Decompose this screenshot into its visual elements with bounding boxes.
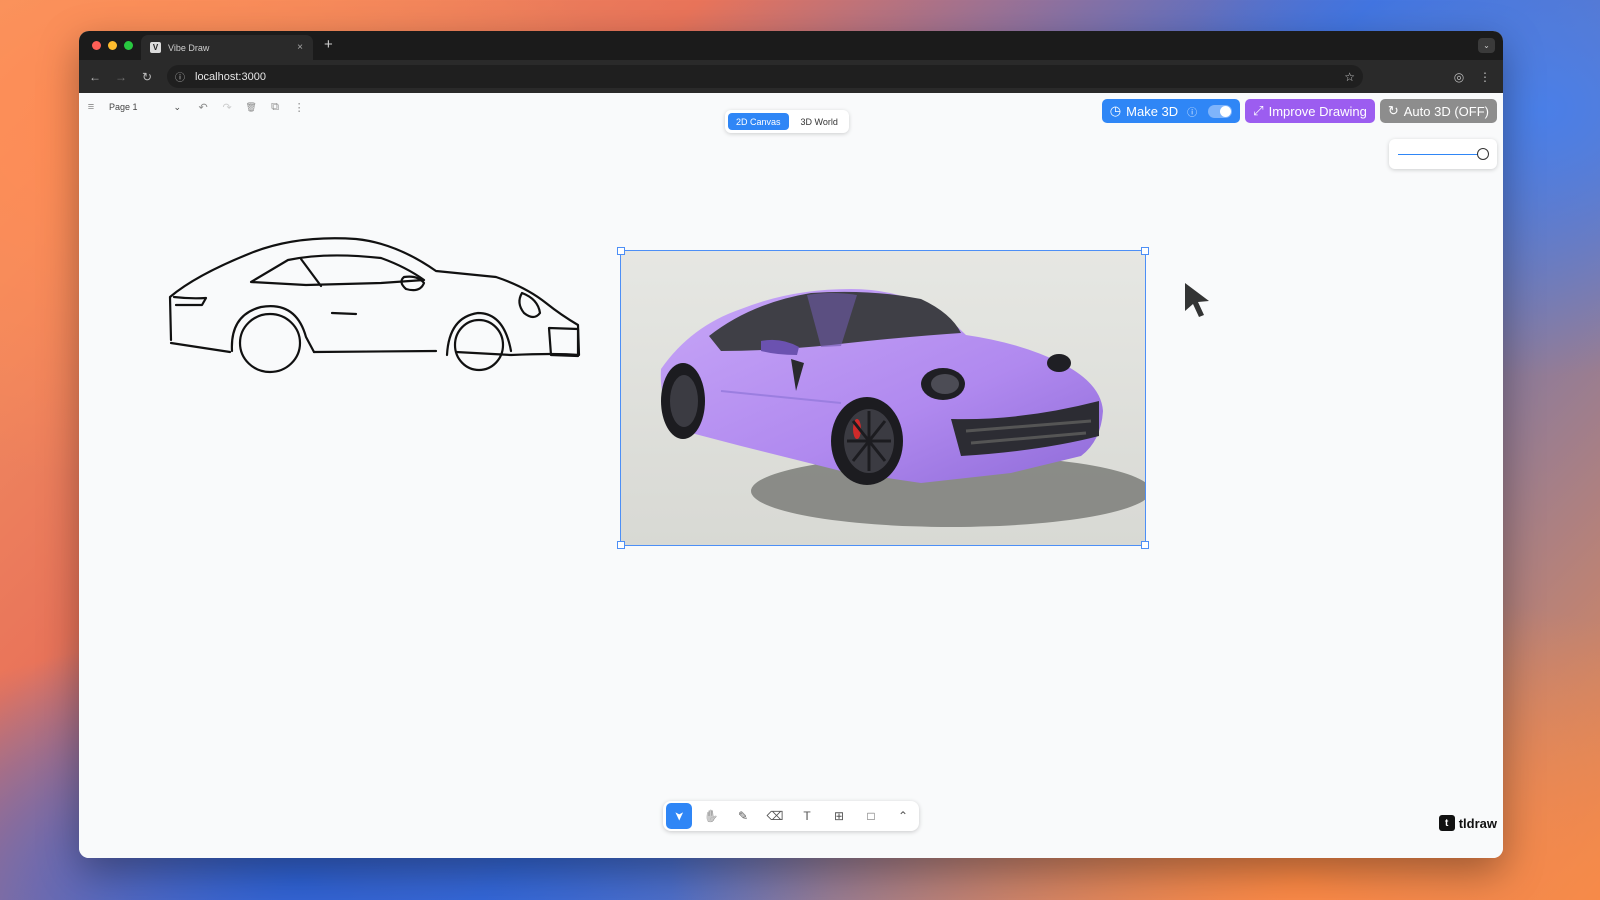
address-toolbar: ← → ↻ ⓘ localhost:3000 ☆ ◎ ⋮ bbox=[79, 60, 1503, 93]
more-tools-chevron-up-icon[interactable]: ⌃ bbox=[890, 803, 916, 829]
select-tool-icon[interactable]: ➤ bbox=[666, 803, 692, 829]
expand-icon: ⤢ bbox=[1253, 103, 1264, 118]
trash-icon[interactable]: 🗑 bbox=[245, 102, 257, 113]
improve-drawing-label: Improve Drawing bbox=[1268, 103, 1367, 119]
undo-icon[interactable]: ↶ bbox=[197, 101, 209, 114]
tldraw-logo-icon: t bbox=[1438, 815, 1455, 831]
duplicate-icon[interactable]: ⧉ bbox=[269, 101, 281, 114]
url-text[interactable]: localhost:3000 bbox=[195, 71, 1344, 83]
info-icon[interactable]: ⓘ bbox=[1187, 104, 1197, 119]
browser-tab[interactable]: V Vibe Draw × bbox=[141, 35, 313, 60]
address-bar[interactable]: ⓘ localhost:3000 ☆ bbox=[167, 65, 1363, 88]
chevron-down-icon: ⌄ bbox=[173, 101, 182, 112]
view-mode-switch: 2D Canvas 3D World bbox=[725, 110, 849, 133]
page-selector[interactable]: Page 1 ⌄ bbox=[109, 102, 181, 113]
browser-window: V Vibe Draw × + ⌄ ← → ↻ ⓘ localhost:3000… bbox=[79, 31, 1503, 858]
tldraw-label: tldraw bbox=[1458, 815, 1497, 831]
auto-3d-button[interactable]: ↻ Auto 3D (OFF) bbox=[1379, 99, 1497, 123]
redo-icon[interactable]: ↷ bbox=[221, 101, 233, 114]
minimize-window-button[interactable] bbox=[108, 41, 117, 50]
tldraw-canvas[interactable]: ≡ Page 1 ⌄ ↶ ↷ 🗑 ⧉ ⋮ 2D Canvas 3D World … bbox=[79, 93, 1503, 858]
tldraw-branding[interactable]: t tldraw bbox=[1438, 815, 1497, 831]
action-buttons: ◷ Make 3D ⓘ ⤢ Improve Drawing ↻ Auto 3D … bbox=[1101, 99, 1497, 123]
toggle-knob bbox=[1220, 105, 1232, 117]
back-icon[interactable]: ← bbox=[87, 69, 103, 85]
eraser-tool-icon[interactable]: ⌫ bbox=[762, 803, 788, 829]
page-label: Page 1 bbox=[109, 102, 138, 112]
reload-icon[interactable]: ↻ bbox=[139, 69, 155, 85]
maximize-window-button[interactable] bbox=[124, 41, 133, 50]
tab-close-icon[interactable]: × bbox=[293, 42, 307, 53]
resize-handle-bottom-left[interactable] bbox=[617, 541, 625, 549]
mouse-cursor-icon bbox=[1185, 283, 1209, 317]
tab-title: Vibe Draw bbox=[168, 42, 210, 53]
main-menu-icon[interactable]: ≡ bbox=[85, 101, 97, 113]
tab-favicon-icon: V bbox=[150, 42, 161, 53]
resize-handle-top-right[interactable] bbox=[1141, 247, 1149, 255]
refresh-icon: ↻ bbox=[1387, 103, 1399, 118]
auto-3d-label: Auto 3D (OFF) bbox=[1403, 103, 1489, 119]
resize-handle-top-left[interactable] bbox=[617, 247, 625, 255]
profile-icon[interactable]: ◎ bbox=[1451, 69, 1467, 85]
generated-3d-car-image bbox=[621, 251, 1145, 545]
traffic-lights bbox=[92, 41, 133, 50]
slider-panel bbox=[1389, 139, 1497, 169]
forward-icon[interactable]: → bbox=[113, 69, 129, 85]
slider-track[interactable] bbox=[1398, 154, 1484, 155]
draw-tool-icon[interactable]: ✎ bbox=[730, 803, 756, 829]
resize-handle-bottom-right[interactable] bbox=[1141, 541, 1149, 549]
hand-tool-icon[interactable]: ✋ bbox=[698, 803, 724, 829]
rectangle-tool-icon[interactable]: □ bbox=[858, 803, 884, 829]
bookmark-star-icon[interactable]: ☆ bbox=[1344, 70, 1355, 84]
clock-icon: ◷ bbox=[1109, 103, 1122, 118]
slider-thumb[interactable] bbox=[1477, 148, 1489, 160]
selected-image-shape[interactable] bbox=[617, 247, 1149, 549]
tool-toolbar: ➤ ✋ ✎ ⌫ T ⊞ □ ⌃ bbox=[663, 801, 919, 831]
close-window-button[interactable] bbox=[92, 41, 101, 50]
asset-tool-icon[interactable]: ⊞ bbox=[826, 803, 852, 829]
tab-3d-world[interactable]: 3D World bbox=[793, 113, 846, 130]
browser-menu-icon[interactable]: ⋮ bbox=[1477, 69, 1493, 85]
new-tab-button[interactable]: + bbox=[324, 37, 333, 53]
tldraw-menu-bar: ≡ Page 1 ⌄ ↶ ↷ 🗑 ⧉ ⋮ bbox=[85, 97, 305, 117]
car-sketch[interactable] bbox=[166, 225, 586, 375]
site-info-icon[interactable]: ⓘ bbox=[173, 70, 187, 84]
make-3d-label: Make 3D bbox=[1126, 103, 1179, 119]
tab-search-button[interactable]: ⌄ bbox=[1478, 38, 1495, 53]
make-3d-toggle[interactable] bbox=[1208, 104, 1233, 118]
browser-tab-bar: V Vibe Draw × + ⌄ bbox=[79, 31, 1503, 60]
more-options-icon[interactable]: ⋮ bbox=[293, 101, 305, 114]
make-3d-button[interactable]: ◷ Make 3D ⓘ bbox=[1101, 99, 1241, 123]
text-tool-icon[interactable]: T bbox=[794, 803, 820, 829]
tab-2d-canvas[interactable]: 2D Canvas bbox=[728, 113, 789, 130]
improve-drawing-button[interactable]: ⤢ Improve Drawing bbox=[1245, 99, 1375, 123]
